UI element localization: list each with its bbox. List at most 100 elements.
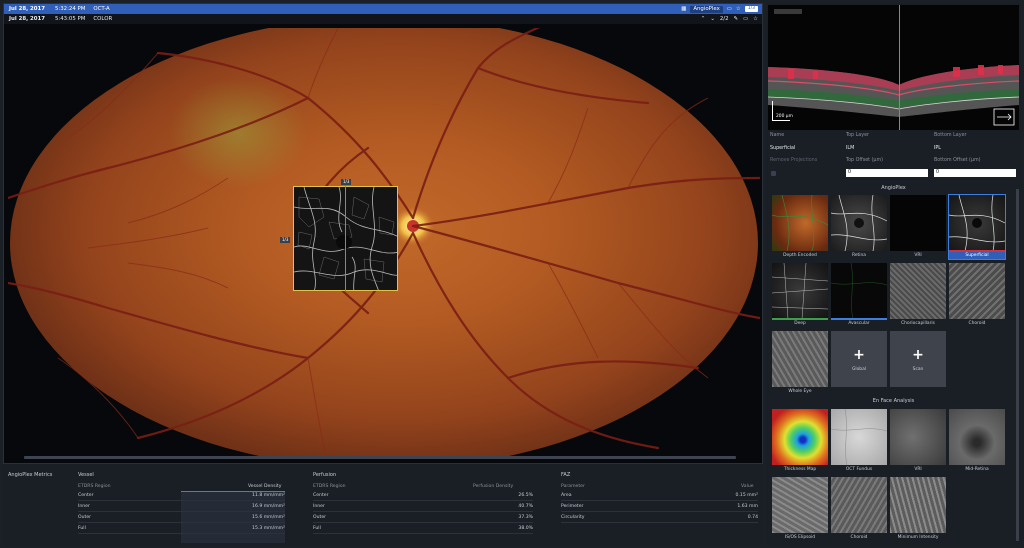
thumb-minimum-intensity[interactable]: Minimum Intensity — [890, 477, 946, 541]
faz-col-parameter: Parameter — [561, 484, 585, 489]
page-indicator[interactable]: 2/2 — [720, 16, 729, 22]
faz-row-value: 0.15 mm² — [735, 493, 758, 498]
faz-col-value: Value — [741, 484, 754, 489]
faz-row-param: Area — [561, 493, 572, 498]
chevron-down-icon[interactable]: ⌄ — [710, 16, 715, 22]
horizontal-scrollbar[interactable] — [24, 456, 736, 459]
thumb-label: Avascular — [848, 321, 870, 326]
header-modality: OCT-A — [93, 6, 110, 12]
thumb-enface-choroid[interactable]: Choroid — [831, 477, 887, 541]
octa-tag-left: 1/3 — [280, 237, 291, 243]
name-value[interactable]: Superficial — [770, 146, 795, 151]
grid-icon[interactable]: ▦ — [681, 6, 686, 12]
perfusion-col-density: Perfusion Density — [473, 484, 514, 489]
header2-mode: COLOR — [93, 16, 113, 22]
top-layer-value[interactable]: ILM — [846, 146, 854, 151]
thumb-image — [949, 409, 1005, 465]
thumb-deep[interactable]: Deep — [772, 263, 828, 327]
thumb-thickness-map[interactable]: Thickness Map — [772, 409, 828, 473]
thumb-label: VRI — [914, 467, 922, 472]
remove-projections-checkbox[interactable] — [771, 171, 776, 176]
perfusion-row-value: 37.3% — [518, 515, 533, 520]
thumb-label: Minimum Intensity — [897, 535, 939, 540]
vessel-row-value: 16.9 mm/mm² — [252, 504, 285, 509]
header2-time: 5:43:05 PM — [55, 16, 86, 22]
thumb-image — [772, 263, 828, 319]
scan-line-marker[interactable] — [345, 186, 346, 291]
faz-row-param: Perimeter — [561, 504, 584, 509]
perfusion-col-region: ETDRS Region — [313, 484, 346, 489]
vessel-row-region: Center — [78, 493, 94, 498]
vessel-row-region: Full — [78, 526, 86, 531]
bscan-image[interactable]: 200 µm — [768, 5, 1019, 130]
angioplex-button[interactable]: AngioPlex — [690, 5, 723, 13]
metrics-title: AngioPlex Metrics — [8, 472, 53, 478]
vessel-row: Full 15.3 mm/mm² — [78, 524, 285, 534]
right-panel: 200 µm Name Top Layer Bottom Layer Super… — [766, 3, 1021, 546]
thumb-whole-eye[interactable]: Whole Eye — [772, 331, 828, 395]
layer-settings: Name Top Layer Bottom Layer Superficial … — [768, 131, 1019, 181]
thumb-image — [890, 263, 946, 319]
faz-row: Circularity 0.74 — [561, 513, 758, 523]
plus-icon: + — [912, 347, 924, 363]
comment-icon[interactable]: ▭ — [743, 16, 748, 22]
faz-title: FAZ — [561, 472, 571, 478]
perfusion-row-region: Outer — [313, 515, 327, 520]
faz-row: Perimeter 1.63 mm — [561, 502, 758, 512]
thumb-label: Thickness Map — [783, 467, 817, 472]
bottom-layer-value[interactable]: IPL — [934, 146, 941, 151]
enface-section-title: En Face Analysis — [872, 398, 915, 404]
thumb-choriocapillaris[interactable]: Choriocapillaris — [890, 263, 946, 327]
thumb-enface-vri[interactable]: VRI — [890, 409, 946, 473]
thumb-label: Deep — [794, 321, 806, 326]
bscan-position-line[interactable] — [899, 5, 900, 130]
perfusion-row-value: 38.0% — [518, 526, 533, 531]
thumb-mid-retina[interactable]: Mid-Retina — [949, 409, 1005, 473]
top-offset-input[interactable]: 0 — [846, 169, 928, 177]
scan-counter[interactable]: 1/3 — [744, 6, 758, 12]
add-scan-button[interactable]: + Scan — [890, 331, 946, 387]
star-outline-icon[interactable]: ☆ — [753, 16, 758, 22]
chat-icon[interactable]: ▭ — [727, 6, 732, 12]
thumb-image — [831, 409, 887, 465]
chevron-up-icon[interactable]: ⌃ — [701, 16, 706, 22]
thumb-label: OCT Fundus — [845, 467, 873, 472]
thumb-image — [772, 331, 828, 387]
vessel-row-value: 15.6 mm/mm² — [252, 515, 285, 520]
add-global-button[interactable]: + Global — [831, 331, 887, 387]
bottom-layer-label: Bottom Layer — [934, 133, 967, 138]
thumb-oct-fundus[interactable]: OCT Fundus — [831, 409, 887, 473]
perfusion-row-region: Center — [313, 493, 329, 498]
thumb-label: Depth Encoded — [783, 253, 817, 258]
thumb-avascular[interactable]: Avascular — [831, 263, 887, 327]
octa-vessel-image — [294, 187, 397, 290]
perfusion-row: Inner 40.7% — [313, 502, 533, 512]
thumb-isos-elipsoid[interactable]: IS/OS Elipsoid — [772, 477, 828, 541]
bottom-offset-input[interactable]: 0 — [934, 169, 1016, 177]
vessel-row: Center 11.8 mm/mm² — [78, 491, 285, 501]
thumb-retina[interactable]: Retina — [831, 195, 887, 259]
faz-row-param: Circularity — [561, 515, 585, 520]
thumb-image — [831, 263, 887, 319]
thumb-vri[interactable]: VRI — [890, 195, 946, 259]
right-scrollbar[interactable] — [1016, 189, 1019, 541]
thumb-label: Superficial — [949, 252, 1005, 259]
header-time: 5:32:24 PM — [55, 6, 86, 12]
add-global-label: Global — [851, 367, 866, 372]
thumb-superficial[interactable]: Superficial — [948, 194, 1006, 260]
vessel-row: Inner 16.9 mm/mm² — [78, 502, 285, 512]
perfusion-row-value: 40.7% — [518, 504, 533, 509]
thumb-choroid[interactable]: Choroid — [949, 263, 1005, 327]
top-layer-label: Top Layer — [846, 133, 869, 138]
top-offset-label: Top Offset (µm) — [846, 158, 884, 163]
star-icon[interactable]: ☆ — [736, 6, 741, 12]
thumb-label: Retina — [852, 253, 866, 258]
vessel-row-region: Inner — [78, 504, 90, 509]
thumb-depth-encoded[interactable]: Depth Encoded — [772, 195, 828, 259]
bscan-scale-label: 200 µm — [776, 114, 793, 119]
thumb-image — [831, 477, 887, 533]
thumb-image — [831, 195, 887, 251]
thumb-label: Mid-Retina — [965, 467, 989, 472]
thumb-image — [772, 477, 828, 533]
pencil-icon[interactable]: ✎ — [734, 16, 739, 22]
